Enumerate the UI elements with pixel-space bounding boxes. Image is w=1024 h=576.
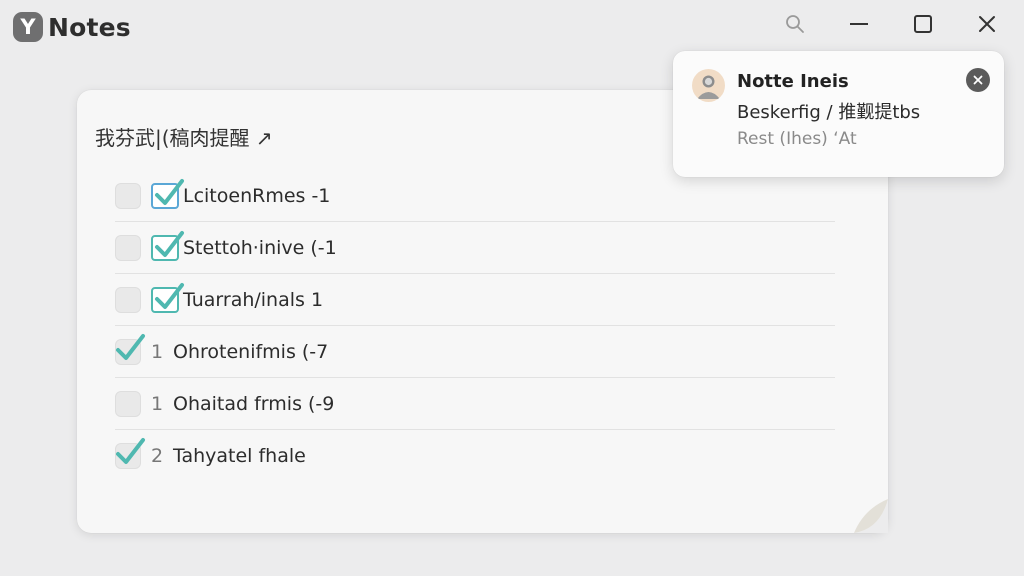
window-controls: [756, 8, 1012, 40]
task-row[interactable]: Stettoh·inive (-1: [115, 222, 835, 274]
notification-body: Beskerfig / 推觐提tbs: [737, 102, 921, 123]
notification-toast[interactable]: Notte Ineis Beskerfig / 推觐提tbs Rest (Ihe…: [673, 51, 1004, 177]
note-title[interactable]: 我芬武|(稿肉提醒 ↗: [95, 122, 273, 151]
user-avatar-icon: [692, 69, 725, 102]
checkmark-icon: [155, 178, 184, 205]
task-row[interactable]: 2 Tahyatel fhale: [115, 430, 835, 482]
checkmark-icon: [155, 282, 184, 309]
task-text: Tahyatel fhale: [173, 445, 306, 467]
task-number: 2: [151, 445, 164, 467]
task-row[interactable]: 1 Ohrotenifmis (-7: [115, 326, 835, 378]
task-text: Ohrotenifmis (-7: [173, 340, 329, 363]
task-number: 1: [151, 392, 164, 415]
task-text: LcitoenRmes -1: [183, 184, 331, 207]
page-curl-icon: [854, 499, 888, 533]
search-icon: [786, 15, 804, 33]
app-brand: Y Notes: [13, 12, 131, 42]
task-done-checkbox[interactable]: [151, 178, 184, 209]
task-row[interactable]: 1 Ohaitad frmis (-9: [115, 378, 835, 430]
app-title: Notes: [48, 12, 131, 42]
task-list: LcitoenRmes -1 Stettoh·inive (-1 Tuarrah/i…: [115, 170, 835, 482]
maximize-button[interactable]: [898, 8, 948, 40]
checkmark-icon: [116, 438, 145, 464]
task-checkbox[interactable]: [115, 182, 141, 209]
close-icon: [979, 16, 995, 32]
task-done-checkbox[interactable]: [151, 282, 184, 313]
checkmark-icon: [116, 333, 145, 360]
close-button[interactable]: [962, 8, 1012, 40]
minimize-icon: [850, 23, 868, 25]
task-row[interactable]: LcitoenRmes -1: [115, 170, 835, 222]
task-number: 1: [151, 340, 164, 363]
notification-title: Notte Ineis: [737, 71, 849, 92]
close-icon: [973, 75, 983, 85]
task-checkbox[interactable]: [115, 438, 145, 469]
task-text: Ohaitad frmis (-9: [173, 392, 335, 415]
search-button[interactable]: [770, 8, 820, 40]
notification-meta: Rest (Ihes) ‘At: [737, 129, 857, 149]
task-text: Stettoh·inive (-1: [183, 236, 337, 259]
task-text: Tuarrah/inals 1: [183, 288, 324, 311]
task-done-checkbox[interactable]: [151, 230, 184, 261]
maximize-icon: [914, 15, 932, 33]
task-checkbox[interactable]: [115, 390, 141, 417]
task-checkbox[interactable]: [115, 333, 145, 365]
title-bar: Y Notes: [0, 0, 1024, 56]
task-checkbox[interactable]: [115, 234, 141, 261]
notification-close-button[interactable]: [966, 68, 990, 92]
task-checkbox[interactable]: [115, 286, 141, 313]
app-logo-icon: Y: [13, 12, 43, 42]
minimize-button[interactable]: [834, 8, 884, 40]
task-row[interactable]: Tuarrah/inals 1: [115, 274, 835, 326]
checkmark-icon: [155, 230, 184, 257]
